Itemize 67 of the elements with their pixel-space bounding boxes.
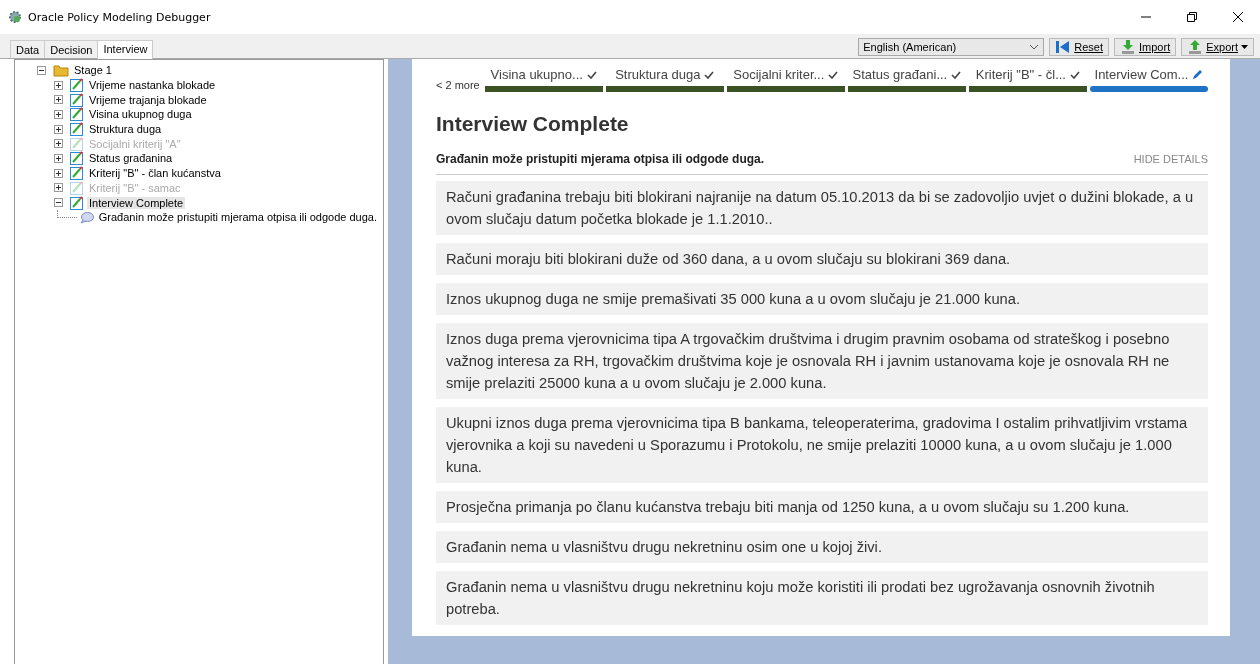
edit-page-icon (70, 180, 84, 195)
tab[interactable]: Interview (97, 40, 154, 59)
tree-item[interactable]: Struktura duga (87, 123, 164, 136)
import-button[interactable]: Import (1114, 38, 1177, 56)
progress-step[interactable]: Struktura duga (605, 67, 724, 92)
check-icon (828, 70, 839, 79)
language-dropdown[interactable]: English (American) (858, 38, 1045, 56)
expand-icon[interactable] (54, 95, 63, 105)
pencil-icon (1192, 69, 1204, 80)
expand-icon[interactable] (54, 124, 63, 134)
detail-text: Iznos ukupnog duga ne smije premašivati 35 000 kuna a u ovom slučaju je 21.000 kuna. (436, 283, 1208, 315)
edit-page-icon (70, 107, 84, 122)
detail-text: Građanin nema u vlasništvu drugu nekretninu osim one u kojoj živi. (436, 531, 1208, 563)
folder-icon (53, 63, 69, 78)
expand-icon[interactable] (54, 153, 63, 163)
download-icon (1120, 39, 1136, 55)
detail-text: Računi moraju biti blokirani duže od 360 dana, a u ovom slučaju su blokirani 369 dana. (436, 243, 1208, 275)
tree-item[interactable]: Interview Complete (87, 196, 186, 209)
collapse-icon[interactable] (37, 65, 46, 75)
check-icon (1070, 70, 1080, 79)
tree-item[interactable]: Građanin može pristupiti mjerama otpisa ili odgode duga. (96, 211, 379, 224)
expand-icon[interactable] (54, 109, 63, 119)
detail-text: Građanin nema u vlasništvu drugu nekretninu koju može koristiti ili prodati bez ugrožavanja osnovnih životnih potreba. (436, 571, 1208, 625)
edit-page-icon (70, 122, 84, 137)
upload-icon (1187, 39, 1204, 55)
progress-step[interactable]: Interview Com... (1089, 67, 1208, 92)
skip-back-icon (1055, 39, 1072, 55)
tree-item[interactable]: Stage 1 (72, 64, 114, 77)
caret-icon (1241, 45, 1248, 49)
tree-item[interactable]: Kriterij "B" - član kućanstva (87, 167, 223, 180)
more-steps-link[interactable]: < 2 more (436, 79, 480, 91)
tree-item[interactable]: Vrijeme nastanka blokade (87, 79, 218, 92)
tree-item[interactable]: Vrijeme trajanja blokade (87, 93, 209, 106)
progress-step[interactable]: Kriterij "B" - čl... (968, 67, 1087, 92)
progress-step[interactable]: Visina ukupno... (484, 67, 603, 92)
edit-page-icon (70, 166, 84, 181)
expand-icon[interactable] (54, 80, 63, 90)
edit-page-icon (70, 151, 84, 166)
tree-item[interactable]: Visina ukupnog duga (87, 108, 194, 121)
tree-item[interactable]: Status građanina (87, 152, 175, 165)
export-button[interactable]: Export (1181, 38, 1254, 56)
detail-text: Ukupni iznos duga prema vjerovnicima tipa B bankama, teleoperaterima, gradovima I ostalim prihvatljivim vrstama vjerovnika a koji su navedeni u Sporazumu i Protokolu, ne smije prelaziti 10000 kuna, a u ovom slučaju je 1.000 kuna. (436, 407, 1208, 483)
detail-text: Prosječna primanja po članu kućanstva trebaju biti manja od 1250 kuna, a u ovom slučaju su 1.200 kuna. (436, 491, 1208, 523)
window-title: Oracle Policy Modeling Debugger (28, 10, 212, 24)
edit-page-icon (70, 92, 84, 107)
edit-page-icon (70, 78, 84, 93)
reset-button[interactable]: Reset (1049, 38, 1109, 56)
detail-text: Računi građanina trebaju biti blokirani najranije na datum 05.10.2013 da bi se zadovoljio uvjet o dužini blokade, a u ovom slučaju datum početka blokade je 1.1.2010.. (436, 181, 1208, 235)
check-icon (586, 70, 597, 79)
progress-step[interactable]: Status građani... (847, 67, 966, 92)
close-icon[interactable] (1232, 11, 1244, 23)
goal-text: Građanin može pristupiti mjerama otpisa ili odgode duga. (436, 152, 765, 166)
hide-details-link[interactable]: HIDE DETAILS (1133, 153, 1208, 165)
maximize-icon[interactable] (1186, 11, 1198, 23)
page-heading: Interview Complete (436, 112, 630, 136)
tab[interactable]: Data (10, 40, 46, 58)
edit-page-icon (70, 195, 84, 210)
speech-bubble-icon (79, 210, 94, 224)
progress-step[interactable]: Socijalni kriter... (726, 67, 845, 92)
edit-page-icon (70, 136, 84, 151)
check-icon (951, 70, 962, 79)
expand-icon[interactable] (54, 168, 63, 178)
check-icon (704, 70, 715, 79)
detail-text: Iznos duga prema vjerovnicima tipa A trgovačkim društvima i drugim pravnim osobama od strateškog i posebno važnog interesa za RH, trgovačkim društvima koje je osnovala RH i javnim ustanovama koje je osnovala RH ne smije prelaziti 25000 kuna a u ovom slučaju je 2.000 kuna. (436, 323, 1208, 399)
gear-icon (8, 10, 22, 24)
chevron-down-icon (1029, 44, 1040, 50)
collapse-icon[interactable] (54, 198, 63, 208)
